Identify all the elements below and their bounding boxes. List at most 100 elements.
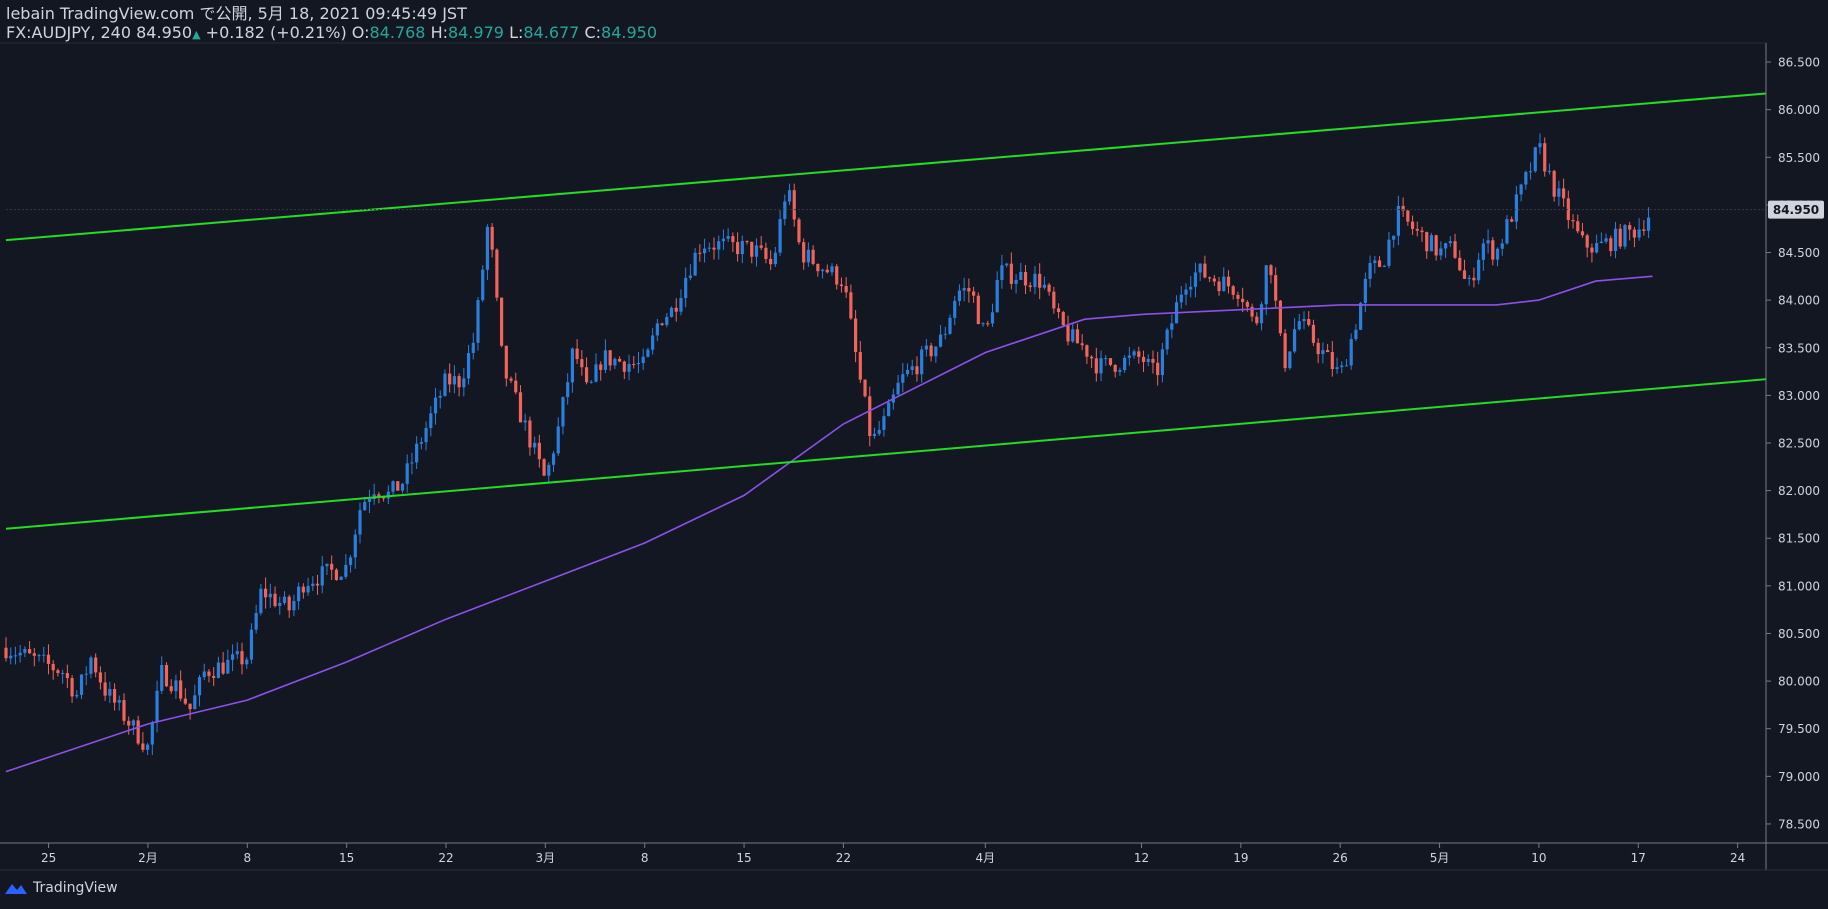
candle-body — [1429, 235, 1434, 252]
candle-body — [594, 364, 598, 382]
candle-body — [259, 588, 263, 614]
upper-channel-line — [5, 92, 1767, 242]
candle-body — [61, 673, 65, 675]
candle-body — [1170, 323, 1174, 330]
candle-body — [1208, 277, 1212, 279]
candle-body — [84, 673, 88, 675]
candle-body — [660, 323, 664, 325]
candle-body — [1184, 289, 1188, 295]
candle-body — [1547, 170, 1552, 172]
candle-body — [1080, 343, 1084, 346]
candle-body — [9, 655, 13, 659]
candle-body — [1344, 365, 1349, 367]
candle-body — [311, 583, 315, 586]
y-tick-label: 83.500 — [1778, 341, 1820, 355]
candle-body — [1274, 275, 1278, 301]
candle-body — [443, 373, 447, 396]
candle-body — [868, 396, 872, 437]
candle-body — [363, 501, 367, 511]
candle-body — [108, 689, 112, 696]
candle-body — [193, 695, 197, 710]
candle-body — [1146, 358, 1150, 362]
candle-body — [481, 269, 485, 301]
y-tick-label: 78.500 — [1778, 817, 1820, 831]
candle-body — [1113, 364, 1117, 372]
candle-body — [707, 247, 711, 249]
candle-body — [164, 665, 169, 687]
candle-body — [820, 269, 825, 272]
candle-body — [297, 586, 301, 602]
candle-body — [1439, 248, 1443, 256]
candle-body — [1283, 333, 1287, 369]
candle-body — [226, 659, 230, 674]
candle-body — [518, 392, 523, 423]
candle-body — [127, 720, 131, 726]
x-tick-label: 24 — [1730, 851, 1745, 865]
x-tick-label: 22 — [836, 851, 851, 865]
candle-body — [835, 266, 839, 285]
candle-body — [122, 700, 126, 721]
moving-average-line — [5, 275, 1653, 773]
candle-body — [622, 361, 626, 372]
candle-body — [1226, 276, 1231, 287]
candle-body — [863, 379, 867, 397]
candle-body — [174, 680, 178, 692]
candle-body — [249, 629, 254, 660]
candle-body — [1090, 356, 1094, 359]
candle-body — [136, 720, 140, 744]
y-tick-label: 82.000 — [1778, 484, 1820, 498]
candle-body — [1510, 219, 1514, 222]
candle-body — [1486, 240, 1490, 244]
candle-body — [1585, 235, 1589, 248]
candle-body — [1434, 235, 1438, 256]
candle-body — [953, 300, 957, 318]
candle-body — [396, 481, 400, 491]
lower-channel-line — [5, 378, 1767, 530]
candle-body — [13, 655, 18, 657]
candle-body — [1595, 243, 1599, 253]
candle-body — [264, 588, 268, 598]
candle-body — [268, 593, 272, 598]
x-tick-label: 22 — [438, 851, 453, 865]
candle-body — [1222, 276, 1226, 292]
candle-body — [471, 342, 475, 354]
candle-body — [1368, 263, 1372, 279]
candle-body — [802, 242, 806, 263]
candle-body — [1127, 355, 1131, 358]
x-tick-label: 17 — [1631, 851, 1646, 865]
candle-body — [400, 483, 405, 491]
candle-body — [89, 657, 93, 674]
candle-body — [1236, 294, 1240, 299]
candle-body — [476, 300, 480, 343]
candle-body — [1462, 270, 1467, 279]
candle-body — [1033, 273, 1037, 288]
candle-body — [1094, 358, 1098, 374]
candle-body — [1255, 316, 1259, 324]
candle-body — [1288, 351, 1292, 369]
candle-body — [769, 258, 773, 265]
candle-body — [934, 346, 938, 357]
price-chart[interactable]: 78.500 79.000 79.500 80.000 80.500 81.000 81.5… — [0, 0, 1828, 909]
candle-body — [1047, 284, 1051, 292]
candle-body — [1042, 284, 1046, 288]
candle-body — [146, 744, 150, 750]
candle-body — [910, 366, 914, 370]
candle-body — [386, 491, 390, 499]
candle-body — [230, 654, 235, 660]
x-tick-label: 5月 — [1430, 851, 1450, 865]
candle-body — [764, 247, 768, 259]
candle-body — [462, 378, 466, 388]
candle-body — [1349, 339, 1353, 366]
candle-body — [1448, 241, 1452, 244]
candle-body — [618, 358, 622, 362]
candle-body — [292, 601, 296, 611]
candle-body — [1292, 329, 1297, 352]
candle-body — [754, 245, 759, 257]
candle-body — [929, 345, 933, 357]
candle-body — [1066, 325, 1070, 342]
candle-body — [32, 653, 36, 656]
candle-body — [990, 312, 995, 324]
x-tick-label: 3月 — [536, 851, 556, 865]
candle-body — [1316, 342, 1320, 355]
y-tick-label: 82.500 — [1778, 437, 1820, 451]
